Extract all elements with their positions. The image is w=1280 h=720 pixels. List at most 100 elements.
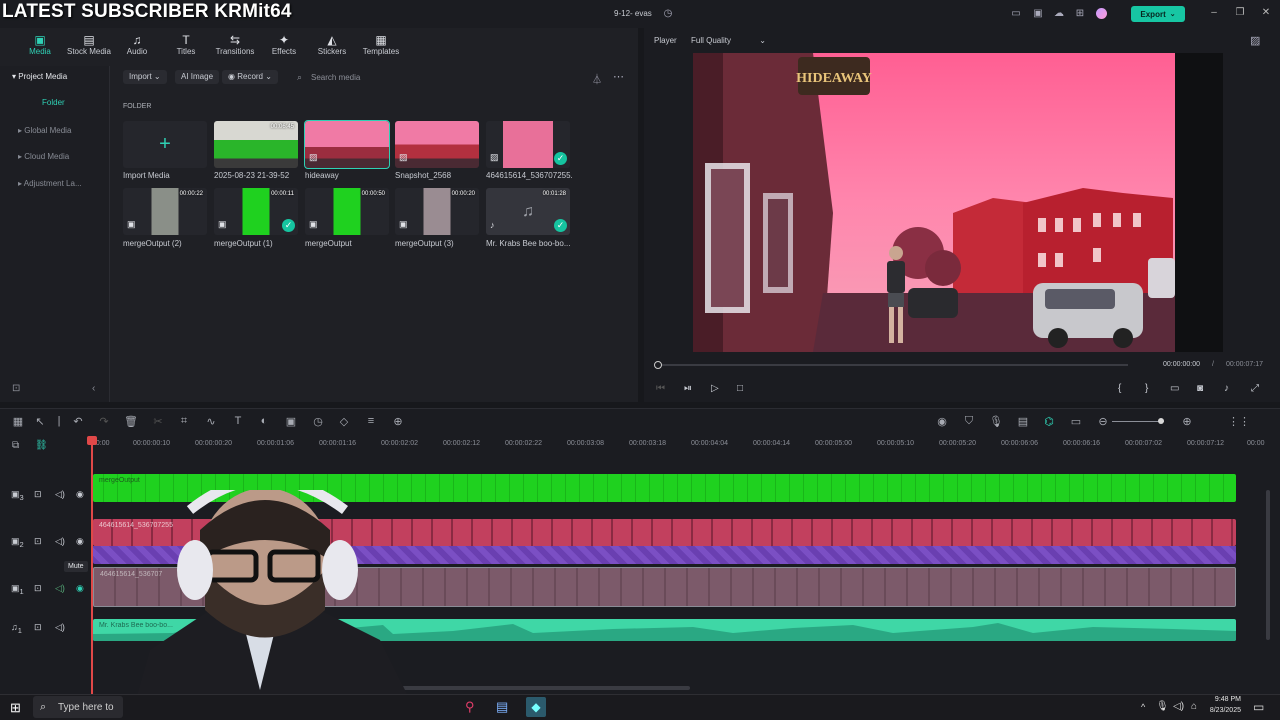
windows-start-icon[interactable]: ⊞ xyxy=(10,700,21,716)
video-preview[interactable]: HIDEAWAY xyxy=(693,53,1175,352)
snapshot-icon[interactable]: ▨ xyxy=(1250,34,1260,47)
taskbar-time[interactable]: 9:48 PM xyxy=(1209,696,1241,703)
tab-transitions[interactable]: ⇆ Transitions xyxy=(212,33,258,61)
pip-icon[interactable]: ▭ xyxy=(1069,415,1083,428)
media-thumbnail[interactable]: 00:06:45 xyxy=(214,121,298,168)
save-icon[interactable]: ▣ xyxy=(1032,8,1044,20)
ai-image-button[interactable]: AI Image xyxy=(175,70,220,84)
delete-icon[interactable]: 🗑 xyxy=(124,415,138,428)
record-button[interactable]: ◉ Record ⌄ xyxy=(222,70,278,84)
timeline-settings-icon[interactable]: ⋮⋮ xyxy=(1228,415,1250,428)
scissors-icon[interactable]: ✂ xyxy=(151,415,165,428)
zoom-in-icon[interactable]: ⊕ xyxy=(1180,415,1194,428)
tab-audio[interactable]: ♫ Audio xyxy=(120,33,154,61)
playhead[interactable] xyxy=(91,437,93,695)
tab-stickers[interactable]: ◭ Stickers xyxy=(313,33,351,61)
eye-icon[interactable]: ◉ xyxy=(76,489,84,500)
more-options-icon[interactable]: ⋯ xyxy=(613,70,624,83)
avatar[interactable] xyxy=(1096,8,1107,19)
export-button[interactable]: Export ⌄ xyxy=(1131,6,1185,22)
render-icon[interactable]: ◉ xyxy=(935,415,949,428)
speaker-icon[interactable]: ◁) xyxy=(55,536,65,547)
cloud-sync-icon[interactable]: ◷ xyxy=(662,8,674,20)
adjust-icon[interactable]: ≡ xyxy=(364,415,378,427)
media-thumbnail[interactable]: ▨ xyxy=(304,120,390,169)
layout-icon[interactable]: ▭ xyxy=(1010,8,1022,20)
play-icon[interactable]: ▷ xyxy=(711,383,719,394)
marker-icon[interactable]: ⛉ xyxy=(962,415,976,428)
eye-icon[interactable]: ◉ xyxy=(76,536,84,547)
previous-frame-icon[interactable]: ⏮ xyxy=(656,383,665,394)
tray-chevron-icon[interactable]: ^ xyxy=(1141,702,1145,712)
sidebar-item-cloud-media[interactable]: ▸ Cloud Media xyxy=(18,150,69,164)
microphone-icon[interactable]: 🎙 xyxy=(989,415,1003,428)
filter-icon[interactable]: ⏃ xyxy=(592,71,602,86)
speaker-icon[interactable]: ◁) xyxy=(55,583,65,594)
quality-dropdown[interactable]: Full Quality ⌄ xyxy=(691,36,766,45)
tab-titles[interactable]: T Titles xyxy=(168,33,204,61)
color-icon[interactable]: ◐ xyxy=(257,415,271,427)
close-icon[interactable]: ✕ xyxy=(1258,6,1274,20)
eye-icon[interactable]: ◉ xyxy=(76,583,84,594)
speed-icon[interactable]: ◷ xyxy=(311,415,325,428)
maps-app-icon[interactable]: ⚲ xyxy=(465,699,475,715)
mark-out-icon[interactable]: } xyxy=(1145,383,1148,394)
taskbar-date[interactable]: 8/23/2025 xyxy=(1205,707,1241,714)
zoom-slider-knob[interactable] xyxy=(1158,418,1164,424)
stop-icon[interactable]: □ xyxy=(737,383,743,394)
import-media-tile[interactable]: + xyxy=(123,121,207,168)
media-thumbnail[interactable]: 00:00:20 ▣ xyxy=(395,188,479,235)
audio-adjust-icon[interactable]: ∿ xyxy=(204,415,218,428)
playhead-handle[interactable] xyxy=(87,436,97,445)
fullscreen-icon[interactable]: ⤢ xyxy=(1251,383,1259,394)
media-thumbnail[interactable]: ▨ ✓ xyxy=(486,121,570,168)
tab-effects[interactable]: ✦ Effects xyxy=(264,33,304,61)
taskbar-search-input[interactable]: Type here to xyxy=(58,702,114,713)
snap-icon[interactable]: ⌬ xyxy=(1042,415,1056,428)
media-thumbnail[interactable]: 00:01:28 ♫ ♪ ✓ xyxy=(486,188,570,235)
media-thumbnail[interactable]: 00:00:11 ▣ ✓ xyxy=(214,188,298,235)
speaker-icon[interactable]: ◁) xyxy=(55,622,65,633)
keyframe-icon[interactable]: ◇ xyxy=(337,415,351,428)
sidebar-item-project-media[interactable]: ▾ Project Media xyxy=(12,70,67,84)
media-thumbnail[interactable]: 00:00:50 ▣ xyxy=(305,188,389,235)
media-thumbnail[interactable]: ▨ xyxy=(395,121,479,168)
undo-icon[interactable]: ↶ xyxy=(71,415,85,428)
timeline-vertical-scrollbar[interactable] xyxy=(1266,490,1270,640)
mask-icon[interactable]: ▣ xyxy=(284,415,298,428)
zoom-slider[interactable] xyxy=(1112,421,1164,422)
lock-icon[interactable]: ⊡ xyxy=(34,622,42,633)
tray-mic-icon[interactable]: 🎙 xyxy=(1156,701,1169,712)
folder-add-icon[interactable]: ⊡ xyxy=(12,383,20,394)
layout-grid-icon[interactable]: ▦ xyxy=(11,415,25,428)
add-track-icon[interactable]: ⧉ xyxy=(12,440,19,451)
more-tools-icon[interactable]: ⊕ xyxy=(391,415,405,428)
crop-icon[interactable]: ⌗ xyxy=(177,415,191,428)
notepad-app-icon[interactable]: ▤ xyxy=(496,699,508,715)
playback-scrubber[interactable] xyxy=(654,361,662,369)
volume-icon[interactable]: ♪ xyxy=(1224,383,1229,394)
lock-icon[interactable]: ⊡ xyxy=(34,583,42,594)
redo-icon[interactable]: ↷ xyxy=(97,415,111,428)
collapse-panel-icon[interactable]: ‹ xyxy=(92,383,95,394)
import-button[interactable]: Import ⌄ xyxy=(123,70,167,84)
link-icon[interactable]: ⛓ xyxy=(35,440,48,451)
tray-network-icon[interactable]: ⌂ xyxy=(1191,701,1197,712)
tab-stock-media[interactable]: ▤ Stock Media xyxy=(64,33,114,61)
filmora-app-icon[interactable]: ◆ xyxy=(526,697,546,717)
media-thumbnail[interactable]: 00:00:22 ▣ xyxy=(123,188,207,235)
lock-icon[interactable]: ⊡ xyxy=(34,536,42,547)
timeline-ruler[interactable]: 00:00 00:00:00:10 00:00:00:20 00:00:01:0… xyxy=(92,437,1280,451)
speaker-icon[interactable]: ◁) xyxy=(55,489,65,500)
text-icon[interactable]: T xyxy=(231,415,245,427)
sidebar-item-global-media[interactable]: ▸ Global Media xyxy=(18,124,71,138)
tab-media[interactable]: ▣ Media xyxy=(24,33,56,61)
step-forward-icon[interactable]: ⏯ xyxy=(684,383,692,394)
lock-icon[interactable]: ⊡ xyxy=(34,489,42,500)
timeline-scrollbar[interactable] xyxy=(400,686,690,690)
camera-icon[interactable]: ◙ xyxy=(1197,383,1203,394)
select-tool-icon[interactable]: ↖ xyxy=(33,415,47,428)
sidebar-item-folder[interactable]: Folder xyxy=(42,98,65,107)
cloud-icon[interactable]: ☁ xyxy=(1053,8,1065,20)
tray-speaker-icon[interactable]: ◁) xyxy=(1173,701,1184,712)
